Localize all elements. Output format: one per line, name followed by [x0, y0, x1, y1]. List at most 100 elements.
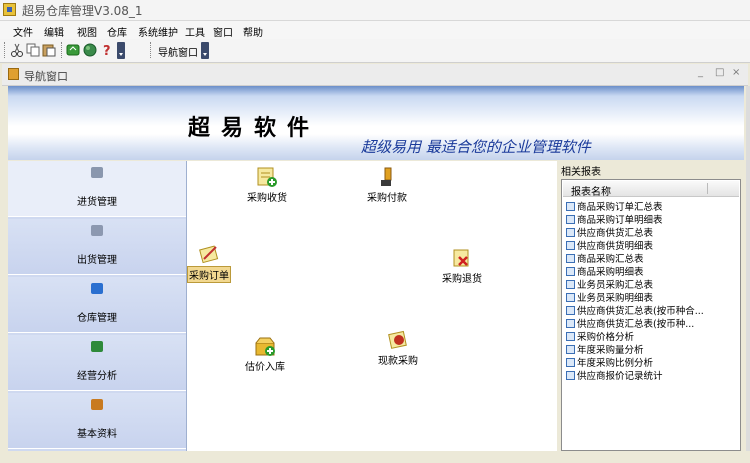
- warehouse-icon: [91, 283, 103, 294]
- report-name-header: 报表名称: [571, 187, 611, 198]
- reports-list: 报表名称 商品采购订单汇总表 商品采购订单明细表 供应商供货汇总表 供应商供货明…: [561, 179, 741, 451]
- svg-text:?: ?: [103, 44, 111, 57]
- child-window-icon: [8, 68, 19, 80]
- nav-toolbar-dropdown[interactable]: [201, 42, 209, 59]
- globe-icon[interactable]: [83, 43, 97, 57]
- nav-item-label: 仓库管理: [77, 313, 117, 324]
- task-return-goods[interactable]: 采购退货: [442, 247, 482, 285]
- task-payment[interactable]: 采购付款: [367, 166, 407, 204]
- copy-icon[interactable]: [26, 43, 40, 57]
- related-reports-panel: 相关报表 报表名称 商品采购订单汇总表 商品采购订单明细表 供应商供货汇总表 供…: [558, 161, 746, 451]
- left-nav: 进货管理 出货管理 仓库管理 经营分析 基本资料: [8, 161, 187, 451]
- report-item[interactable]: 供应商供货汇总表: [566, 225, 653, 239]
- toolbar-separator: [61, 42, 65, 58]
- task-receive-goods[interactable]: 采购收货: [247, 166, 287, 204]
- task-label: 估价入库: [245, 362, 285, 373]
- toolbar: ? 导航窗口: [0, 39, 750, 63]
- report-icon: [566, 228, 575, 237]
- nav-item-label: 经营分析: [77, 371, 117, 382]
- receive-goods-icon: [256, 166, 278, 188]
- report-icon: [566, 306, 575, 315]
- menu-bar: 文件 编辑 视图 仓库 系统维护 工具 窗口 帮助: [0, 21, 750, 39]
- nav-item-label: 出货管理: [77, 255, 117, 266]
- payment-icon: [376, 166, 398, 188]
- toolbar-overflow-dropdown[interactable]: [117, 42, 125, 59]
- child-window-title: 导航窗口: [24, 70, 68, 83]
- task-label: 采购付款: [367, 193, 407, 204]
- window-bottom-edge: [0, 451, 750, 463]
- report-item[interactable]: 年度采购比例分析: [566, 355, 653, 369]
- report-item[interactable]: 采购价格分析: [566, 329, 634, 343]
- report-icon: [566, 293, 575, 302]
- menu-view[interactable]: 视图: [77, 24, 97, 39]
- nav-item-basic-data[interactable]: 基本资料: [8, 393, 186, 449]
- report-item[interactable]: 业务员采购汇总表: [566, 277, 653, 291]
- reports-column-header[interactable]: 报表名称: [563, 181, 739, 198]
- child-window-titlebar: 导航窗口 _ □ ×: [2, 64, 748, 86]
- toolbar-grip[interactable]: [4, 42, 8, 58]
- close-button[interactable]: ×: [732, 67, 740, 78]
- task-cash-purchase[interactable]: 现款采购: [378, 329, 418, 367]
- refresh-icon[interactable]: [66, 43, 80, 57]
- purchase-icon: [91, 167, 103, 178]
- purchase-order-icon: [198, 243, 220, 265]
- nav-item-label: 进货管理: [77, 197, 117, 208]
- report-icon: [566, 254, 575, 263]
- task-label: 采购订单: [187, 266, 231, 283]
- analysis-icon: [91, 341, 103, 352]
- report-icon: [566, 280, 575, 289]
- report-item[interactable]: 供应商报价记录统计: [566, 368, 663, 382]
- nav-item-warehouse[interactable]: 仓库管理: [8, 277, 186, 333]
- report-item[interactable]: 商品采购明细表: [566, 264, 644, 278]
- banner: 超易软件 超级易用 最适合您的企业管理软件: [8, 86, 744, 160]
- shipping-icon: [91, 225, 103, 236]
- column-divider[interactable]: [707, 183, 708, 194]
- maximize-button[interactable]: □: [715, 67, 724, 78]
- nav-item-shipping[interactable]: 出货管理: [8, 219, 186, 275]
- report-icon: [566, 332, 575, 341]
- menu-system[interactable]: 系统维护: [138, 24, 178, 39]
- app-title: 超易仓库管理V3.08_1: [22, 4, 143, 18]
- report-item[interactable]: 供应商供货明细表: [566, 238, 653, 252]
- menu-help[interactable]: 帮助: [243, 24, 263, 39]
- task-purchase-order[interactable]: 采购订单: [187, 243, 231, 283]
- menu-warehouse[interactable]: 仓库: [107, 24, 127, 39]
- estimate-stock-in-icon: [254, 335, 276, 357]
- report-item[interactable]: 商品采购订单汇总表: [566, 199, 663, 213]
- report-icon: [566, 241, 575, 250]
- minimize-button[interactable]: _: [698, 67, 703, 78]
- nav-item-analysis[interactable]: 经营分析: [8, 335, 186, 391]
- report-icon: [566, 345, 575, 354]
- paste-icon[interactable]: [42, 43, 56, 57]
- app-icon: [3, 3, 16, 16]
- report-item[interactable]: 供应商供货汇总表(按币种合...: [566, 303, 704, 317]
- window-right-edge: [746, 86, 750, 451]
- return-goods-icon: [451, 247, 473, 269]
- report-item[interactable]: 供应商供货汇总表(按币种...: [566, 316, 694, 330]
- menu-tools[interactable]: 工具: [185, 24, 205, 39]
- reports-title: 相关报表: [561, 167, 601, 178]
- cash-purchase-icon: [387, 329, 409, 351]
- cut-icon[interactable]: [10, 43, 24, 57]
- menu-file[interactable]: 文件: [13, 24, 33, 39]
- report-icon: [566, 202, 575, 211]
- report-item[interactable]: 业务员采购明细表: [566, 290, 653, 304]
- report-icon: [566, 319, 575, 328]
- report-item[interactable]: 年度采购量分析: [566, 342, 644, 356]
- report-label: 供应商报价记录统计: [577, 371, 663, 382]
- help-icon[interactable]: ?: [100, 43, 114, 59]
- banner-title: 超易软件: [188, 115, 321, 141]
- toolbar-grip-2[interactable]: [150, 42, 154, 58]
- menu-window[interactable]: 窗口: [213, 24, 233, 39]
- banner-slogan: 超级易用 最适合您的企业管理软件: [361, 138, 591, 156]
- basic-data-icon: [91, 399, 103, 410]
- report-item[interactable]: 商品采购汇总表: [566, 251, 644, 265]
- task-label: 现款采购: [378, 356, 418, 367]
- report-icon: [566, 215, 575, 224]
- task-estimate-stock-in[interactable]: 估价入库: [245, 335, 285, 373]
- report-item[interactable]: 商品采购订单明细表: [566, 212, 663, 226]
- nav-window-toolbar-button[interactable]: 导航窗口: [158, 44, 198, 59]
- menu-edit[interactable]: 编辑: [44, 24, 64, 39]
- nav-item-purchase[interactable]: 进货管理: [8, 161, 186, 217]
- report-icon: [566, 371, 575, 380]
